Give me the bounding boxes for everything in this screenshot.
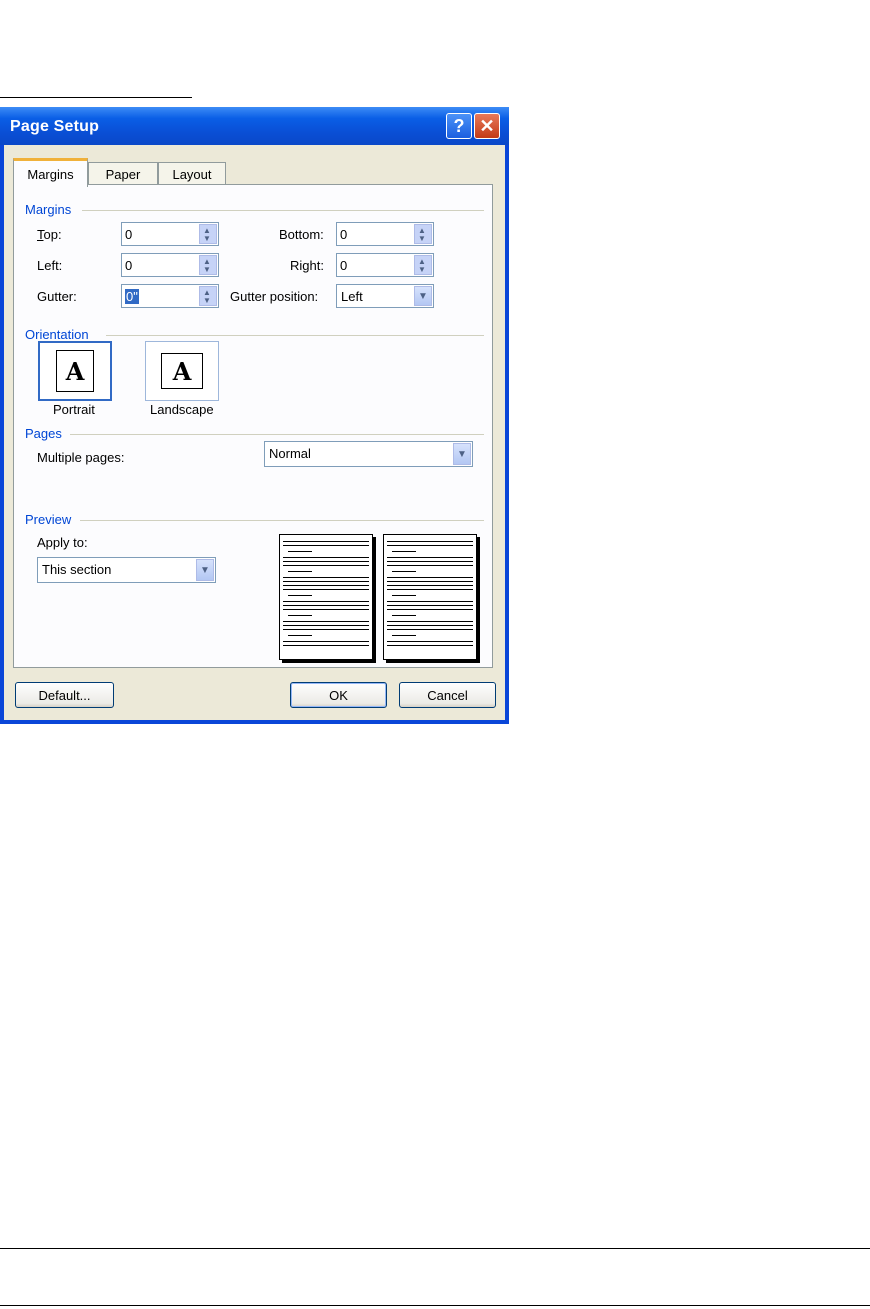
landscape-label: Landscape	[150, 402, 214, 417]
bottom-spin-buttons[interactable]: ▲ ▼	[414, 224, 432, 244]
chevron-down-icon[interactable]: ▼	[453, 443, 471, 465]
preview-page-right	[383, 534, 477, 660]
gutter-position-value: Left	[341, 289, 363, 304]
tab-layout[interactable]: Layout	[158, 162, 226, 185]
preview-divider	[80, 520, 484, 521]
left-margin-spinner[interactable]: 0 ▲ ▼	[121, 253, 219, 277]
left-margin-value: 0	[125, 258, 133, 273]
pages-group-label: Pages	[25, 426, 62, 441]
title-bar[interactable]: Page Setup ? ✕	[0, 107, 509, 145]
pages-divider	[70, 434, 484, 435]
dialog-title: Page Setup	[10, 118, 100, 135]
gutter-position-select[interactable]: Left ▼	[336, 284, 434, 308]
default-button[interactable]: Default...	[15, 682, 114, 708]
margins-group-label: Margins	[25, 202, 72, 217]
tab-paper[interactable]: Paper	[88, 162, 158, 185]
gutter-value: 0"	[125, 289, 139, 304]
dialog-client: Margins Paper Layout Margins Top: 0 ▲ ▼ L…	[4, 145, 505, 720]
multiple-pages-value: Normal	[269, 446, 311, 461]
preview-group-label: Preview	[25, 512, 72, 527]
left-spin-buttons[interactable]: ▲ ▼	[199, 255, 217, 275]
apply-to-value: This section	[42, 562, 112, 577]
bottom-label: Bottom:	[279, 227, 324, 242]
chevron-down-icon[interactable]: ▼	[196, 559, 214, 581]
left-label: Left:	[37, 258, 63, 273]
top-spin-buttons[interactable]: ▲ ▼	[199, 224, 217, 244]
gutter-spin-buttons[interactable]: ▲ ▼	[199, 286, 217, 306]
top-margin-value: 0	[125, 227, 133, 242]
cancel-button[interactable]: Cancel	[399, 682, 496, 708]
multiple-pages-select[interactable]: Normal ▼	[264, 441, 473, 467]
landscape-page-icon: A	[161, 353, 203, 389]
bottom-margin-value: 0	[340, 227, 348, 242]
chevron-down-icon[interactable]: ▼	[414, 286, 432, 306]
bottom-margin-spinner[interactable]: 0 ▲ ▼	[336, 222, 434, 246]
top-margin-spinner[interactable]: 0 ▲ ▼	[121, 222, 219, 246]
gutter-label: Gutter:	[37, 289, 77, 304]
portrait-page-icon: A	[56, 350, 94, 392]
top-rule	[0, 97, 192, 98]
gutter-position-label: Gutter position:	[230, 289, 319, 304]
gutter-spinner[interactable]: 0" ▲ ▼	[121, 284, 219, 308]
landscape-button[interactable]: A	[145, 341, 219, 401]
orientation-divider	[106, 335, 484, 336]
right-spin-buttons[interactable]: ▲ ▼	[414, 255, 432, 275]
portrait-button[interactable]: A	[38, 341, 112, 401]
right-margin-spinner[interactable]: 0 ▲ ▼	[336, 253, 434, 277]
top-label: Top:	[37, 227, 62, 242]
tab-panel: Margins Top: 0 ▲ ▼ Left: 0 ▲ ▼ Gutter: 0" …	[13, 184, 493, 668]
close-icon[interactable]: ✕	[474, 113, 500, 139]
footer-rule-top	[0, 1248, 870, 1249]
margins-divider	[82, 210, 484, 211]
right-label: Right:	[290, 258, 324, 273]
multiple-pages-label: Multiple pages:	[37, 450, 125, 465]
footer-rule-bottom	[0, 1305, 870, 1306]
page-setup-dialog: Page Setup ? ✕ Margins Paper Layout Marg…	[0, 107, 509, 724]
orientation-group-label: Orientation	[25, 327, 89, 342]
ok-button[interactable]: OK	[290, 682, 387, 708]
preview-page-left	[279, 534, 373, 660]
tab-margins[interactable]: Margins	[13, 158, 88, 187]
portrait-label: Portrait	[53, 402, 95, 417]
apply-to-label: Apply to:	[37, 535, 88, 550]
apply-to-select[interactable]: This section ▼	[37, 557, 216, 583]
right-margin-value: 0	[340, 258, 348, 273]
help-icon[interactable]: ?	[446, 113, 472, 139]
